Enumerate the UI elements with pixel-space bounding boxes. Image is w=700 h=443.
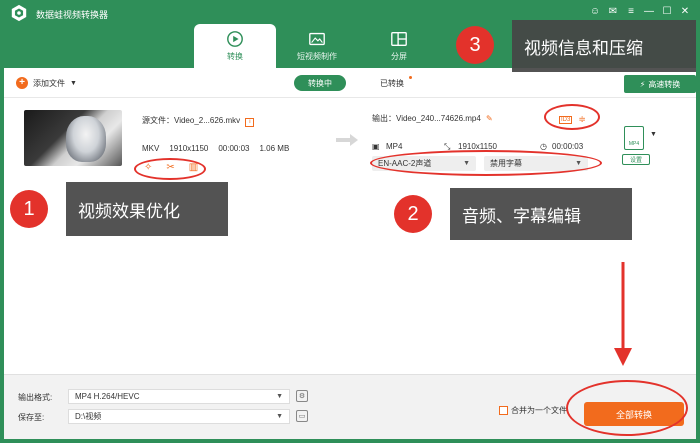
tab-convert[interactable]: 转换 [194,24,276,68]
callout-video-info-text: 视频信息和压缩 [524,38,643,58]
source-file-name: 源文件：Video_2...626.mkv i [142,115,255,127]
tab-split-screen[interactable]: 分屏 [358,24,440,68]
annotation-ring-effects [134,158,206,180]
app-title: 数据蛙视频转换器 [36,10,109,20]
out-format: MP4 [386,142,403,151]
converting-tab[interactable]: 转换中 [294,75,346,91]
add-file-label: 添加文件 [33,78,65,88]
add-file-button[interactable]: + 添加文件 ▼ [16,77,77,89]
app-logo-icon [11,4,27,22]
menu-icon[interactable]: ≡ [624,4,638,18]
src-duration: 00:00:03 [218,144,250,153]
callout-audio-subtitle-text: 音频、字幕编辑 [462,206,581,226]
callout-audio-subtitle: 音频、字幕编辑 [450,188,632,240]
info-icon[interactable]: i [245,118,255,127]
tab-convert-label: 转换 [227,52,243,61]
out-duration: 00:00:03 [552,142,584,151]
source-file-name-text: 源文件：Video_2...626.mkv [142,116,241,125]
output-format-select[interactable]: MP4 H.264/HEVC ▼ [68,389,290,404]
split-screen-icon [391,32,407,46]
source-meta: MKV 1910x1150 00:00:03 1.06 MB [142,144,289,153]
video-thumbnail[interactable] [24,110,122,166]
output-file-name: 输出：Video_240...74626.mp4 ✎ [372,113,493,124]
message-icon[interactable]: ✉ [606,4,620,18]
chevron-down-icon: ▼ [276,413,283,420]
output-format-badge[interactable]: MP4 [624,126,644,150]
merge-label: 合并为一个文件 [511,406,567,415]
settings-button[interactable]: 设置 [622,154,650,165]
close-icon[interactable]: ✕ [678,4,692,18]
user-icon[interactable]: ☺ [588,4,602,18]
converted-tab[interactable]: 已转换 [366,75,418,91]
speed-icon: ⚡ [639,79,646,89]
callout-badge-3: 3 [456,26,494,64]
merge-checkbox[interactable] [499,406,508,415]
chevron-down-icon: ▼ [70,79,77,87]
annotation-ring-convert-all [566,380,688,436]
save-path-value: D:\视频 [75,412,102,421]
output-format-value: MP4 H.264/HEVC [75,392,140,401]
callout-badge-2: 2 [394,195,432,233]
plus-icon: + [16,77,28,89]
callout-video-info: 视频信息和压缩 [512,20,696,72]
out-format-icon: ▣ [372,142,380,151]
video-make-icon [309,32,325,46]
output-file-name-text: 输出：Video_240...74626.mp4 [372,114,481,123]
window-controls: ☺ ✉ ≡ — ☐ ✕ [588,4,692,18]
callout-video-effects-text: 视频效果优化 [78,201,180,221]
folder-icon[interactable]: ▭ [296,410,308,422]
toolbar: + 添加文件 ▼ 转换中 已转换 ⚡ 高速转换 [4,68,696,98]
src-size: 1.06 MB [259,144,290,153]
chevron-down-icon[interactable]: ▼ [650,131,657,138]
red-arrow-icon [614,262,632,366]
tab-video-make[interactable]: 短视频制作 [276,24,358,68]
cat-image [66,116,106,162]
format-settings-icon[interactable]: ⚙ [296,390,308,402]
arrow-right-icon [336,134,358,146]
minimize-icon[interactable]: — [642,4,656,18]
convert-icon [227,31,243,47]
callout-badge-1: 1 [10,190,48,228]
tab-split-screen-label: 分屏 [391,52,407,61]
output-format-label: 输出格式: [18,393,53,402]
rename-pencil-icon[interactable]: ✎ [486,114,493,123]
status-switch: 转换中 已转换 [294,75,418,91]
save-to-label: 保存至: [18,413,45,422]
save-path-select[interactable]: D:\视频 ▼ [68,409,290,424]
tab-video-make-label: 短视频制作 [297,52,337,61]
maximize-icon[interactable]: ☐ [660,4,674,18]
clock-icon: ◷ [540,142,547,151]
src-resolution: 1910x1150 [169,144,209,153]
high-speed-button[interactable]: ⚡ 高速转换 [624,75,696,93]
annotation-ring-audio-subtitle [370,150,602,176]
annotation-ring-info [544,104,600,130]
main-tabs: 转换 短视频制作 分屏 [194,24,440,68]
chevron-down-icon: ▼ [276,393,283,400]
merge-option[interactable]: 合并为一个文件 [499,405,567,416]
high-speed-label: 高速转换 [648,79,681,89]
callout-video-effects: 视频效果优化 [66,182,228,236]
src-format: MKV [142,144,160,153]
